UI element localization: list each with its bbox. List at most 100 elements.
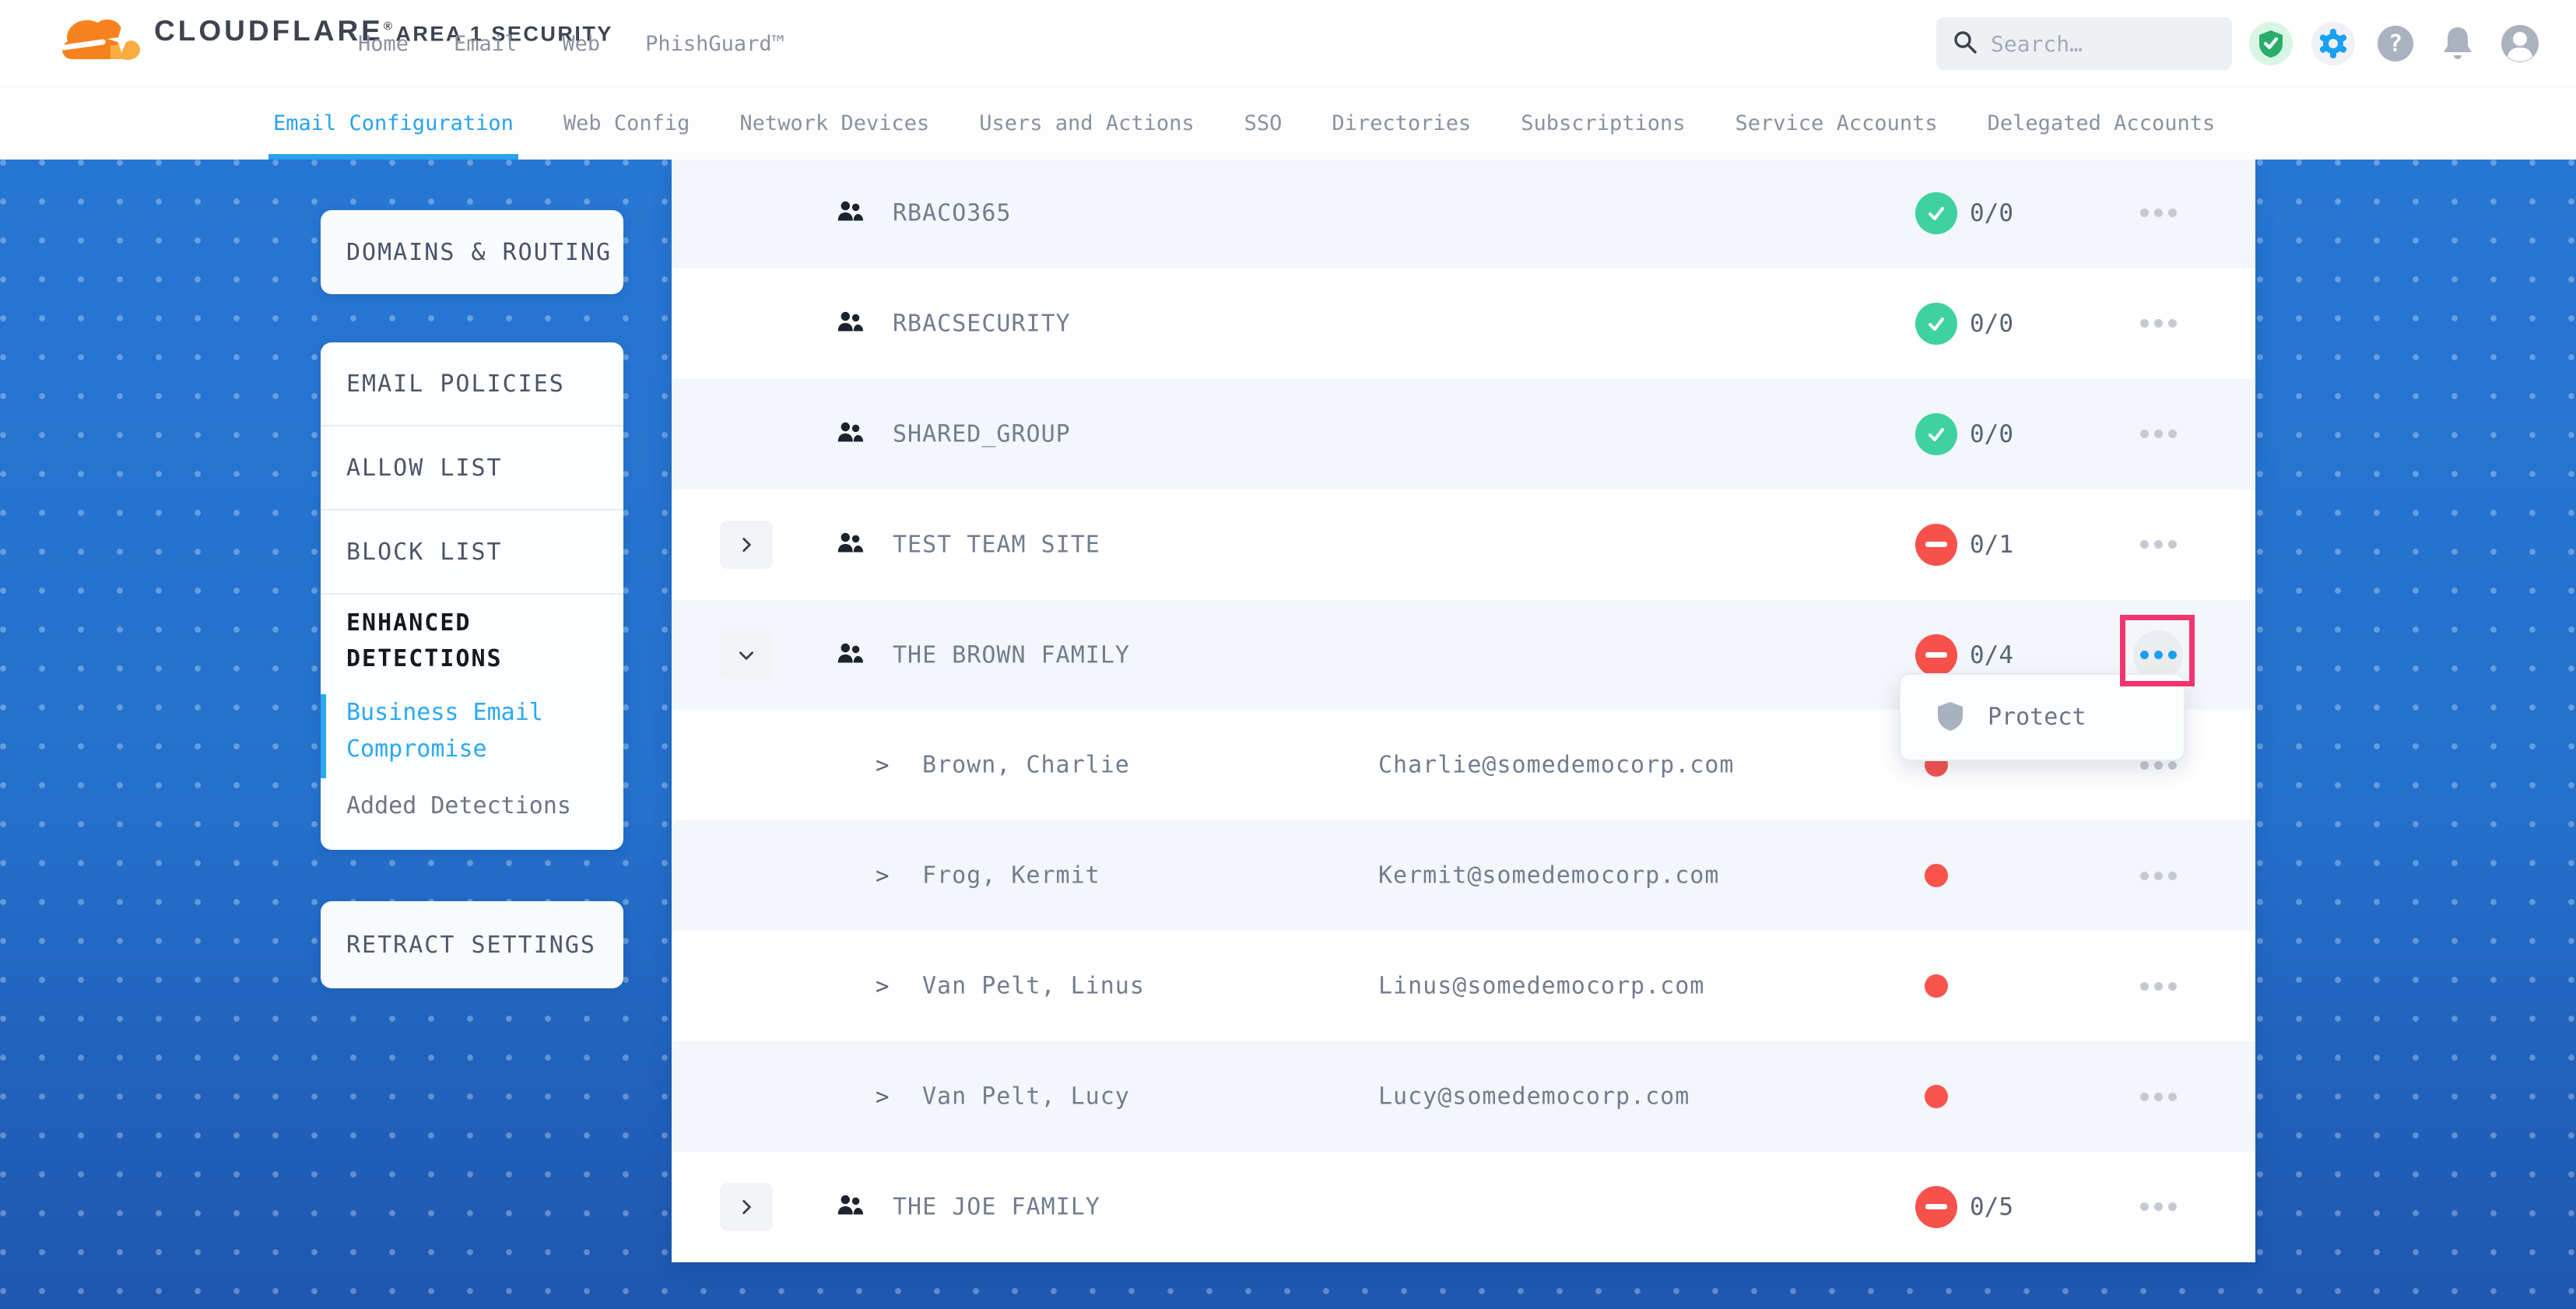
svg-text:?: ? (2388, 30, 2402, 58)
status-badge (1915, 1186, 1957, 1228)
row-menu-button[interactable] (2133, 299, 2183, 349)
table-row[interactable]: TEST TEAM SITE 0/1 (672, 490, 2255, 600)
group-name: THE JOE FAMILY (893, 1193, 1100, 1220)
row-menu-button[interactable] (2133, 630, 2183, 680)
nav-web[interactable]: Web (562, 32, 600, 56)
table-row[interactable]: > Frog, Kermit Kermit@somedemocorp.com (672, 820, 2255, 931)
table-row[interactable]: > Van Pelt, Linus Linus@somedemocorp.com (672, 931, 2255, 1041)
group-name: SHARED_GROUP (893, 420, 1071, 447)
protected-count: 0/0 (1970, 420, 2013, 448)
tab-users-and-actions[interactable]: Users and Actions (979, 87, 1194, 160)
row-context-menu: Protect (1899, 673, 2185, 761)
row-menu-button[interactable] (2133, 961, 2183, 1011)
nav-phishguard[interactable]: PhishGuard™ (645, 32, 784, 56)
protected-count: 0/0 (1970, 310, 2013, 338)
tab-delegated-accounts[interactable]: Delegated Accounts (1988, 87, 2216, 160)
status-badge (1915, 192, 1957, 234)
sidebar-card-email-policies: EMAIL POLICIES ALLOW LIST BLOCK LIST ENH… (321, 342, 623, 850)
sidebar-item-enhanced-detections[interactable]: ENHANCED DETECTIONS (346, 605, 603, 677)
help-icon[interactable]: ? (2374, 22, 2417, 65)
blocked-minus-icon (1925, 1204, 1947, 1209)
group-icon (835, 419, 865, 449)
status-dot (1925, 864, 1948, 887)
member-email: Kermit@somedemocorp.com (1378, 862, 1719, 890)
row-menu-button[interactable] (2133, 188, 2183, 238)
status-badge (1915, 634, 1957, 676)
group-name: TEST TEAM SITE (893, 531, 1100, 558)
member-email: Charlie@somedemocorp.com (1378, 752, 1734, 779)
protected-count: 0/5 (1970, 1193, 2013, 1221)
search-input[interactable] (1991, 31, 2216, 57)
tab-web-config[interactable]: Web Config (563, 87, 690, 160)
member-name: Brown, Charlie (922, 752, 1130, 779)
group-name: RBACSECURITY (893, 310, 1071, 337)
sidebar-item-block-list[interactable]: BLOCK LIST (321, 511, 623, 595)
cloudflare-cloud-icon (56, 11, 143, 67)
tab-subscriptions[interactable]: Subscriptions (1521, 87, 1685, 160)
row-menu-button[interactable] (2133, 409, 2183, 459)
sidebar-item-added-detections[interactable]: Added Detections (346, 792, 571, 819)
table-row[interactable]: RBACSECURITY 0/0 (672, 268, 2255, 379)
group-icon (835, 530, 865, 560)
protected-count: 0/1 (1970, 531, 2013, 559)
member-name: Frog, Kermit (922, 862, 1100, 890)
sidebar-item-allow-list[interactable]: ALLOW LIST (321, 426, 623, 511)
group-icon (835, 198, 865, 228)
status-badge (1915, 303, 1957, 345)
member-caret: > (876, 1083, 889, 1110)
member-caret: > (876, 752, 889, 778)
row-menu-button[interactable] (2133, 1072, 2183, 1121)
bell-icon[interactable] (2436, 22, 2479, 65)
table-row[interactable]: THE JOE FAMILY 0/5 (672, 1152, 2255, 1262)
member-name: Van Pelt, Linus (922, 973, 1145, 1000)
sidebar-item-domains-routing[interactable]: DOMAINS & ROUTING (321, 239, 612, 266)
group-name: RBACO365 (893, 199, 1012, 226)
active-item-indicator-bar (321, 694, 326, 778)
row-menu-button[interactable] (2133, 1182, 2183, 1232)
gear-icon[interactable] (2311, 22, 2355, 65)
expand-row-button[interactable] (720, 1183, 773, 1231)
search-icon (1952, 29, 1978, 58)
status-dot (1925, 1085, 1948, 1108)
nav-email[interactable]: Email (454, 32, 517, 56)
avatar-icon[interactable] (2498, 22, 2542, 65)
table-row[interactable]: > Van Pelt, Lucy Lucy@somedemocorp.com (672, 1041, 2255, 1152)
tab-email-configuration[interactable]: Email Configuration (273, 87, 514, 160)
tab-directories[interactable]: Directories (1332, 87, 1471, 160)
sidebar-card-retract-settings[interactable]: RETRACT SETTINGS (321, 901, 623, 988)
group-icon (835, 1192, 865, 1222)
shield-check-icon[interactable] (2249, 22, 2293, 65)
tab-service-accounts[interactable]: Service Accounts (1735, 87, 1938, 160)
sidebar-item-email-policies[interactable]: EMAIL POLICIES (321, 342, 623, 426)
sidebar-card-domains-routing[interactable]: DOMAINS & ROUTING (321, 210, 623, 294)
expand-row-button[interactable] (720, 521, 773, 569)
header-icon-cluster: ? (2249, 0, 2542, 87)
search-box[interactable] (1936, 17, 2232, 70)
config-tab-bar: Email Configuration Web Config Network D… (0, 87, 2576, 160)
blocked-minus-icon (1925, 542, 1947, 547)
member-caret: > (876, 973, 889, 999)
member-email: Linus@somedemocorp.com (1378, 973, 1704, 1000)
sidebar-item-retract-settings[interactable]: RETRACT SETTINGS (321, 932, 596, 959)
blocked-minus-icon (1925, 652, 1947, 658)
member-email: Lucy@somedemocorp.com (1378, 1083, 1690, 1111)
protected-count: 0/0 (1970, 199, 2013, 227)
status-badge (1915, 524, 1957, 566)
app-header: CLOUDFLARE® AREA 1 SECURITY Home Email W… (0, 0, 2576, 87)
group-icon (835, 640, 865, 670)
primary-nav: Home Email Web PhishGuard™ (358, 0, 784, 87)
brand-name: CLOUDFLARE® (154, 15, 392, 47)
expand-row-button[interactable] (720, 631, 773, 679)
row-menu-button[interactable] (2133, 520, 2183, 570)
tab-network-devices[interactable]: Network Devices (739, 87, 929, 160)
tab-sso[interactable]: SSO (1244, 87, 1283, 160)
shield-icon (1936, 700, 1964, 735)
table-row[interactable]: RBACO365 0/0 (672, 158, 2255, 268)
menu-item-protect[interactable]: Protect (1988, 704, 2086, 731)
nav-home[interactable]: Home (358, 32, 409, 56)
sidebar-item-business-email-compromise[interactable]: Business Email Compromise (346, 694, 603, 767)
member-caret: > (876, 862, 889, 889)
group-icon (835, 309, 865, 339)
row-menu-button[interactable] (2133, 851, 2183, 900)
table-row[interactable]: SHARED_GROUP 0/0 (672, 379, 2255, 490)
